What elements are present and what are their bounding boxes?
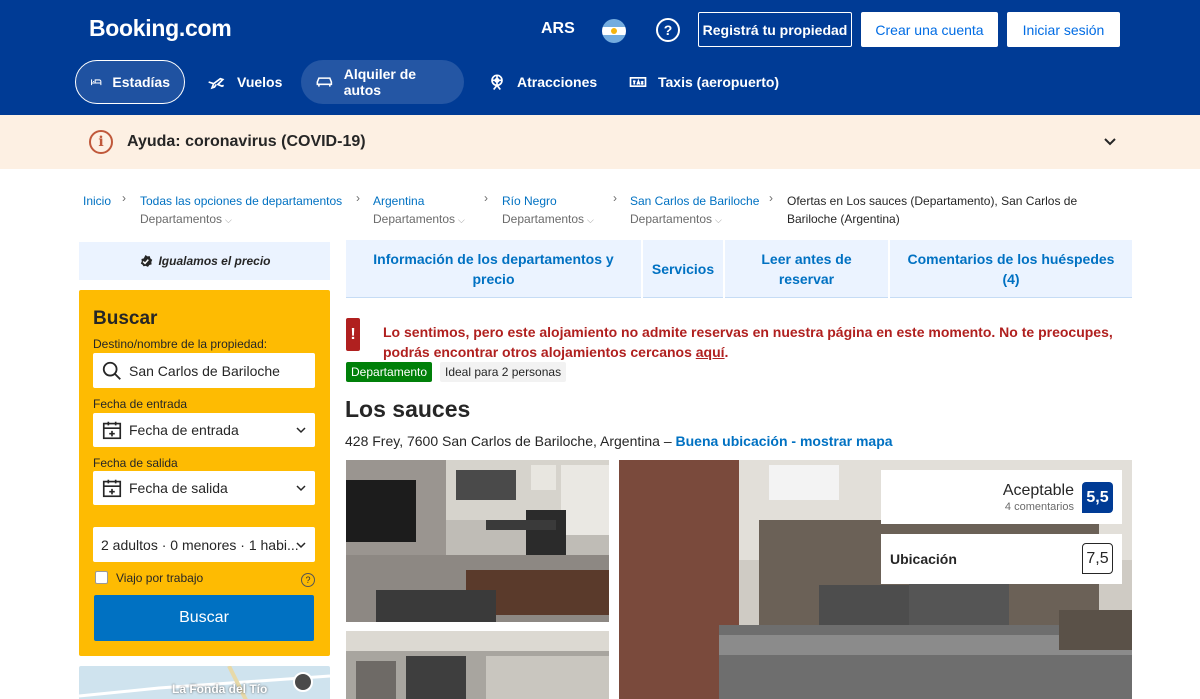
checkin-field[interactable]: Fecha de entrada [93,413,315,447]
bed-icon [91,79,102,86]
help-icon[interactable]: ? [301,573,315,587]
nav-label-attractions: Atracciones [517,74,598,90]
plane-icon [208,77,225,90]
breadcrumb-link[interactable]: Todas las opciones de departamentos [140,192,342,210]
property-photo-living[interactable] [346,460,609,622]
checkin-label: Fecha de entrada [93,397,188,411]
nav-tab-airport-taxis[interactable]: Taxis (aeropuerto) [614,60,793,104]
search-icon [102,361,121,380]
review-count: 4 comentarios [1004,501,1074,513]
destination-value: San Carlos de Bariloche [129,362,280,379]
breadcrumb-all-apartments[interactable]: Todas las opciones de departamentos Depa… [140,192,342,229]
breadcrumb-separator: › [484,191,488,205]
nav-tab-flights[interactable]: Vuelos [193,60,296,104]
breadcrumb-current: Ofertas en Los sauces (Departamento), Sa… [787,194,1078,226]
show-map-link[interactable]: Buena ubicación - mostrar mapa [676,433,893,449]
register-property-button[interactable]: Registrá tu propiedad [698,12,852,47]
tab-info-price[interactable]: Información de los departamentos y preci… [346,240,641,298]
help-icon[interactable]: ? [656,18,680,42]
chevron-down-icon [296,485,306,492]
work-trip-label[interactable]: Viajo por trabajo [116,571,203,585]
map-preview[interactable]: La Fonda del Tío [79,666,330,699]
breadcrumb-dropdown[interactable]: Departamentos ⌵ [373,210,465,229]
search-panel: Buscar Destino/nombre de la propiedad: S… [79,290,330,656]
breadcrumb-separator: › [356,191,360,205]
tab-read-before-booking[interactable]: Leer antes de reservar [725,240,888,298]
breadcrumb-link[interactable]: San Carlos de Bariloche [630,192,759,210]
create-account-button[interactable]: Crear una cuenta [861,12,998,47]
property-photo-kitchen[interactable] [346,631,609,699]
attractions-icon [491,74,503,91]
nav-label-flights: Vuelos [237,74,283,90]
rating-word: Aceptable [1002,482,1074,499]
location-score-label: Ubicación [890,551,957,567]
property-address: 428 Frey, 7600 San Carlos de Bariloche, … [345,433,893,449]
photo-kitchen [346,631,609,699]
property-tabs: Información de los departamentos y preci… [346,240,1132,298]
chevron-down-icon [296,541,306,548]
chevron-down-icon[interactable] [1102,133,1118,149]
photo-living-room [346,460,609,622]
map-pin-icon [293,672,313,692]
unavailable-message: Lo sentimos, pero este alojamiento no ad… [383,324,1113,360]
chevron-down-icon [296,427,306,434]
review-score-card[interactable]: Aceptable 4 comentarios 5,5 [881,470,1122,524]
top-header: Booking.com ARS ? Registrá tu propiedad … [0,0,1200,115]
map-place-label: La Fonda del Tío [172,682,268,696]
review-score-badge: 5,5 [1082,482,1113,513]
verified-badge-icon [141,254,153,267]
warning-icon: ! [346,318,360,351]
nav-label-stays: Estadías [112,74,170,90]
breadcrumb-separator: › [122,191,126,205]
guests-selector[interactable]: 2 adultos · 0 menores · 1 habi... [93,527,315,562]
info-icon: i [89,130,113,154]
nav-tab-attractions[interactable]: Atracciones [473,60,611,104]
covid-alert-text[interactable]: Ayuda: coronavirus (COVID-19) [127,133,366,151]
tab-services[interactable]: Servicios [643,240,723,298]
location-score-badge: 7,5 [1082,543,1113,574]
search-button[interactable]: Buscar [94,595,314,641]
search-title: Buscar [93,308,158,329]
destination-label: Destino/nombre de la propiedad: [93,337,268,351]
argentina-flag-icon[interactable] [602,19,626,43]
taxi-icon [629,77,647,87]
breadcrumb-separator: › [613,191,617,205]
location-score-card[interactable]: Ubicación 7,5 [881,534,1122,584]
booking-logo[interactable]: Booking.com [89,15,232,42]
tab-guest-reviews[interactable]: Comentarios de los huéspedes (4) [890,240,1132,298]
ideal-for-badge: Ideal para 2 personas [440,362,567,382]
breadcrumb-link[interactable]: Inicio [83,192,111,210]
nav-tab-stays[interactable]: Estadías [75,60,185,104]
price-match-label: Igualamos el precio [158,254,271,268]
breadcrumb-home[interactable]: Inicio [83,192,111,210]
car-icon [316,77,333,87]
calendar-icon [102,479,122,498]
breadcrumb-separator: › [769,191,773,205]
property-type-badge: Departamento [346,362,433,382]
sign-in-button[interactable]: Iniciar sesión [1007,12,1120,47]
calendar-icon [102,421,122,440]
checkout-label: Fecha de salida [93,456,178,470]
nav-label-car-rental: Alquiler de autos [343,66,417,98]
nearby-link[interactable]: aquí [696,344,725,360]
checkout-value: Fecha de salida [129,480,228,496]
breadcrumb-bariloche[interactable]: San Carlos de Bariloche Departamentos ⌵ [630,192,759,229]
breadcrumb-argentina[interactable]: Argentina Departamentos ⌵ [373,192,465,229]
breadcrumb-rio-negro[interactable]: Río Negro Departamentos ⌵ [502,192,594,229]
price-match-banner[interactable]: Igualamos el precio [79,242,330,280]
property-name: Los sauces [345,396,471,422]
nav-tab-car-rental[interactable]: Alquiler de autos [301,60,464,104]
currency-selector[interactable]: ARS [541,20,575,38]
breadcrumb-dropdown[interactable]: Departamentos ⌵ [502,210,594,229]
breadcrumb-dropdown[interactable]: Departamentos ⌵ [630,210,759,229]
checkin-value: Fecha de entrada [129,422,239,438]
nav-label-airport-taxis: Taxis (aeropuerto) [658,74,780,90]
breadcrumb-dropdown[interactable]: Departamentos ⌵ [140,210,342,229]
work-trip-checkbox[interactable] [95,571,108,584]
checkout-field[interactable]: Fecha de salida [93,471,315,505]
destination-input[interactable]: San Carlos de Bariloche [93,353,315,388]
breadcrumb-link[interactable]: Río Negro [502,192,594,210]
breadcrumb-link[interactable]: Argentina [373,192,465,210]
guests-value: 2 adultos · 0 menores · 1 habi... [101,536,299,553]
